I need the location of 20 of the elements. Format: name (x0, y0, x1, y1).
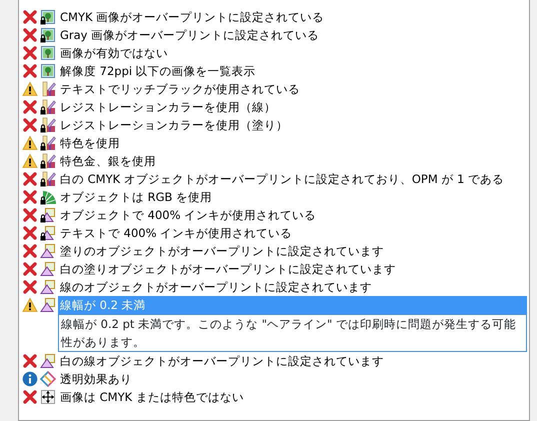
issue-item[interactable]: 特色金、銀を使用 (58, 152, 527, 170)
issue-item[interactable]: 塗りのオブジェクトがオーバープリントに設定されています (58, 242, 527, 260)
issue-description: 線幅が 0.2 pt 未満です。このような "ヘアライン" では印刷時に問題が発生する可能性があります。 (58, 314, 527, 352)
issue-item[interactable]: 特色を使用 (58, 134, 527, 152)
issue-item[interactable]: CMYK 画像がオーバープリントに設定されている (58, 8, 527, 26)
issue-item[interactable]: 白の塗りオブジェクトがオーバープリントに設定されています (58, 260, 527, 278)
issue-item[interactable]: 画像は CMYK または特色ではない (58, 388, 527, 406)
issue-item[interactable]: 線のオブジェクトがオーバープリントに設定されています (58, 278, 527, 296)
issue-item[interactable]: 解像度 72ppi 以下の画像を一覧表示 (58, 62, 527, 80)
issue-item[interactable]: 白の線オブジェクトがオーバープリントに設定されています (58, 352, 527, 370)
issue-item[interactable]: テキストで 400% インキが使用されている (58, 224, 527, 242)
issue-item[interactable]: レジストレーションカラーを使用（塗り） (58, 116, 527, 134)
issue-item[interactable]: レジストレーションカラーを使用（線） (58, 98, 527, 116)
issue-item[interactable]: 画像が有効ではない (58, 44, 527, 62)
issue-item[interactable]: 透明効果あり (58, 370, 527, 388)
issue-item[interactable]: オブジェクトで 400% インキが使用されている (58, 206, 527, 224)
issue-item[interactable]: 白の CMYK オブジェクトがオーバープリントに設定されており、OPM が 1 である (58, 170, 527, 188)
issue-item[interactable]: オブジェクトは RGB を使用 (58, 188, 527, 206)
issue-item[interactable]: Gray 画像がオーバープリントに設定されている (58, 26, 527, 44)
issue-item[interactable]: テキストでリッチブラックが使用されている (58, 80, 527, 98)
